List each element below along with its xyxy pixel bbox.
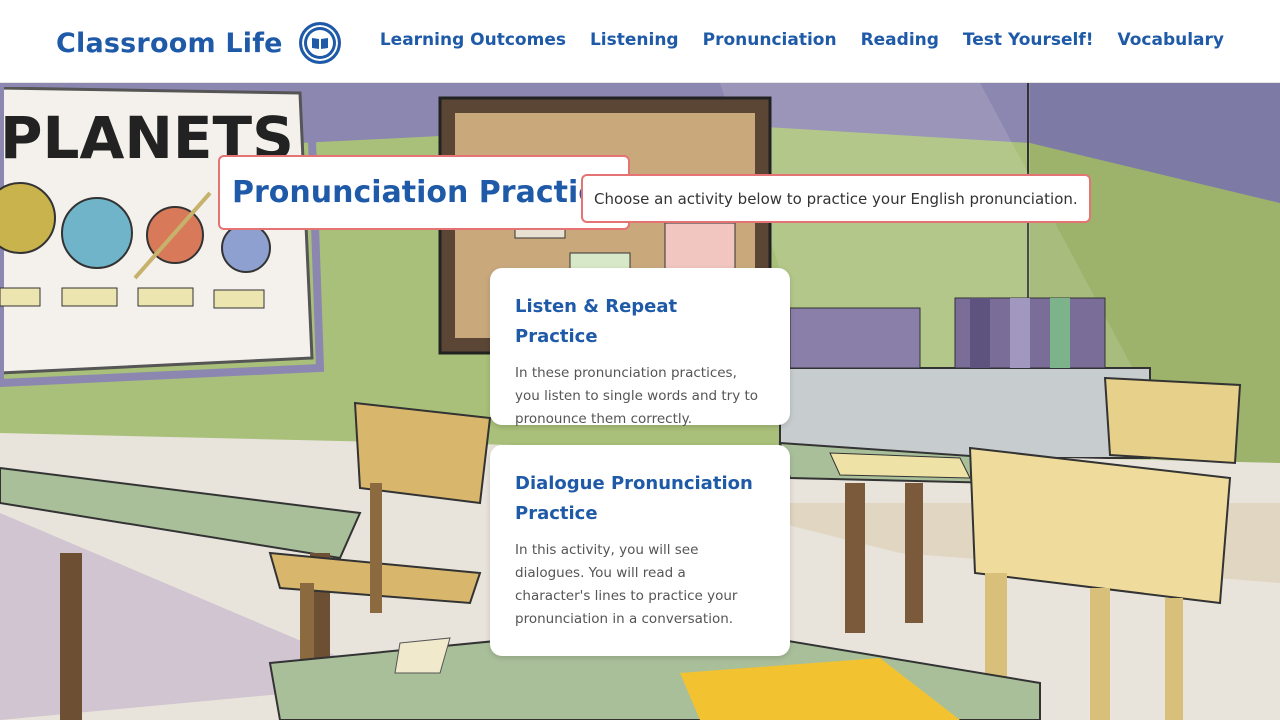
nav-learning-outcomes[interactable]: Learning Outcomes [380, 30, 566, 50]
listen-repeat-card[interactable]: Listen & Repeat Practice In these pronun… [490, 268, 790, 427]
nav-pronunciation[interactable]: Pronunciation [703, 30, 837, 50]
card-title[interactable]: Dialogue Pronunciation Practice [515, 469, 765, 529]
card-description: In this activity, you will see dialogues… [515, 542, 738, 627]
main-nav: Learning Outcomes Listening Pronunciatio… [356, 30, 1224, 50]
page-title-box: Pronunciation Practice [218, 155, 631, 230]
book-logo-icon[interactable] [298, 22, 341, 64]
card-title[interactable]: Listen & Repeat Practice [515, 292, 765, 352]
dialogue-pronunciation-card[interactable]: Dialogue Pronunciation Practice In this … [490, 445, 790, 656]
site-title[interactable]: Classroom Life [56, 28, 283, 59]
nav-vocabulary[interactable]: Vocabulary [1118, 30, 1225, 50]
card-description: In these pronunciation practices, you li… [515, 365, 759, 427]
page-subtitle: Choose an activity below to practice you… [594, 189, 1078, 208]
brand[interactable]: Classroom Life [56, 22, 341, 64]
site-header: Classroom Life Learning Outcomes Listeni… [0, 0, 1280, 83]
page-subtitle-box: Choose an activity below to practice you… [581, 174, 1091, 223]
nav-reading[interactable]: Reading [861, 30, 939, 50]
page-title: Pronunciation Practice [232, 175, 617, 210]
nav-listening[interactable]: Listening [590, 30, 679, 50]
nav-test-yourself[interactable]: Test Yourself! [963, 30, 1094, 50]
